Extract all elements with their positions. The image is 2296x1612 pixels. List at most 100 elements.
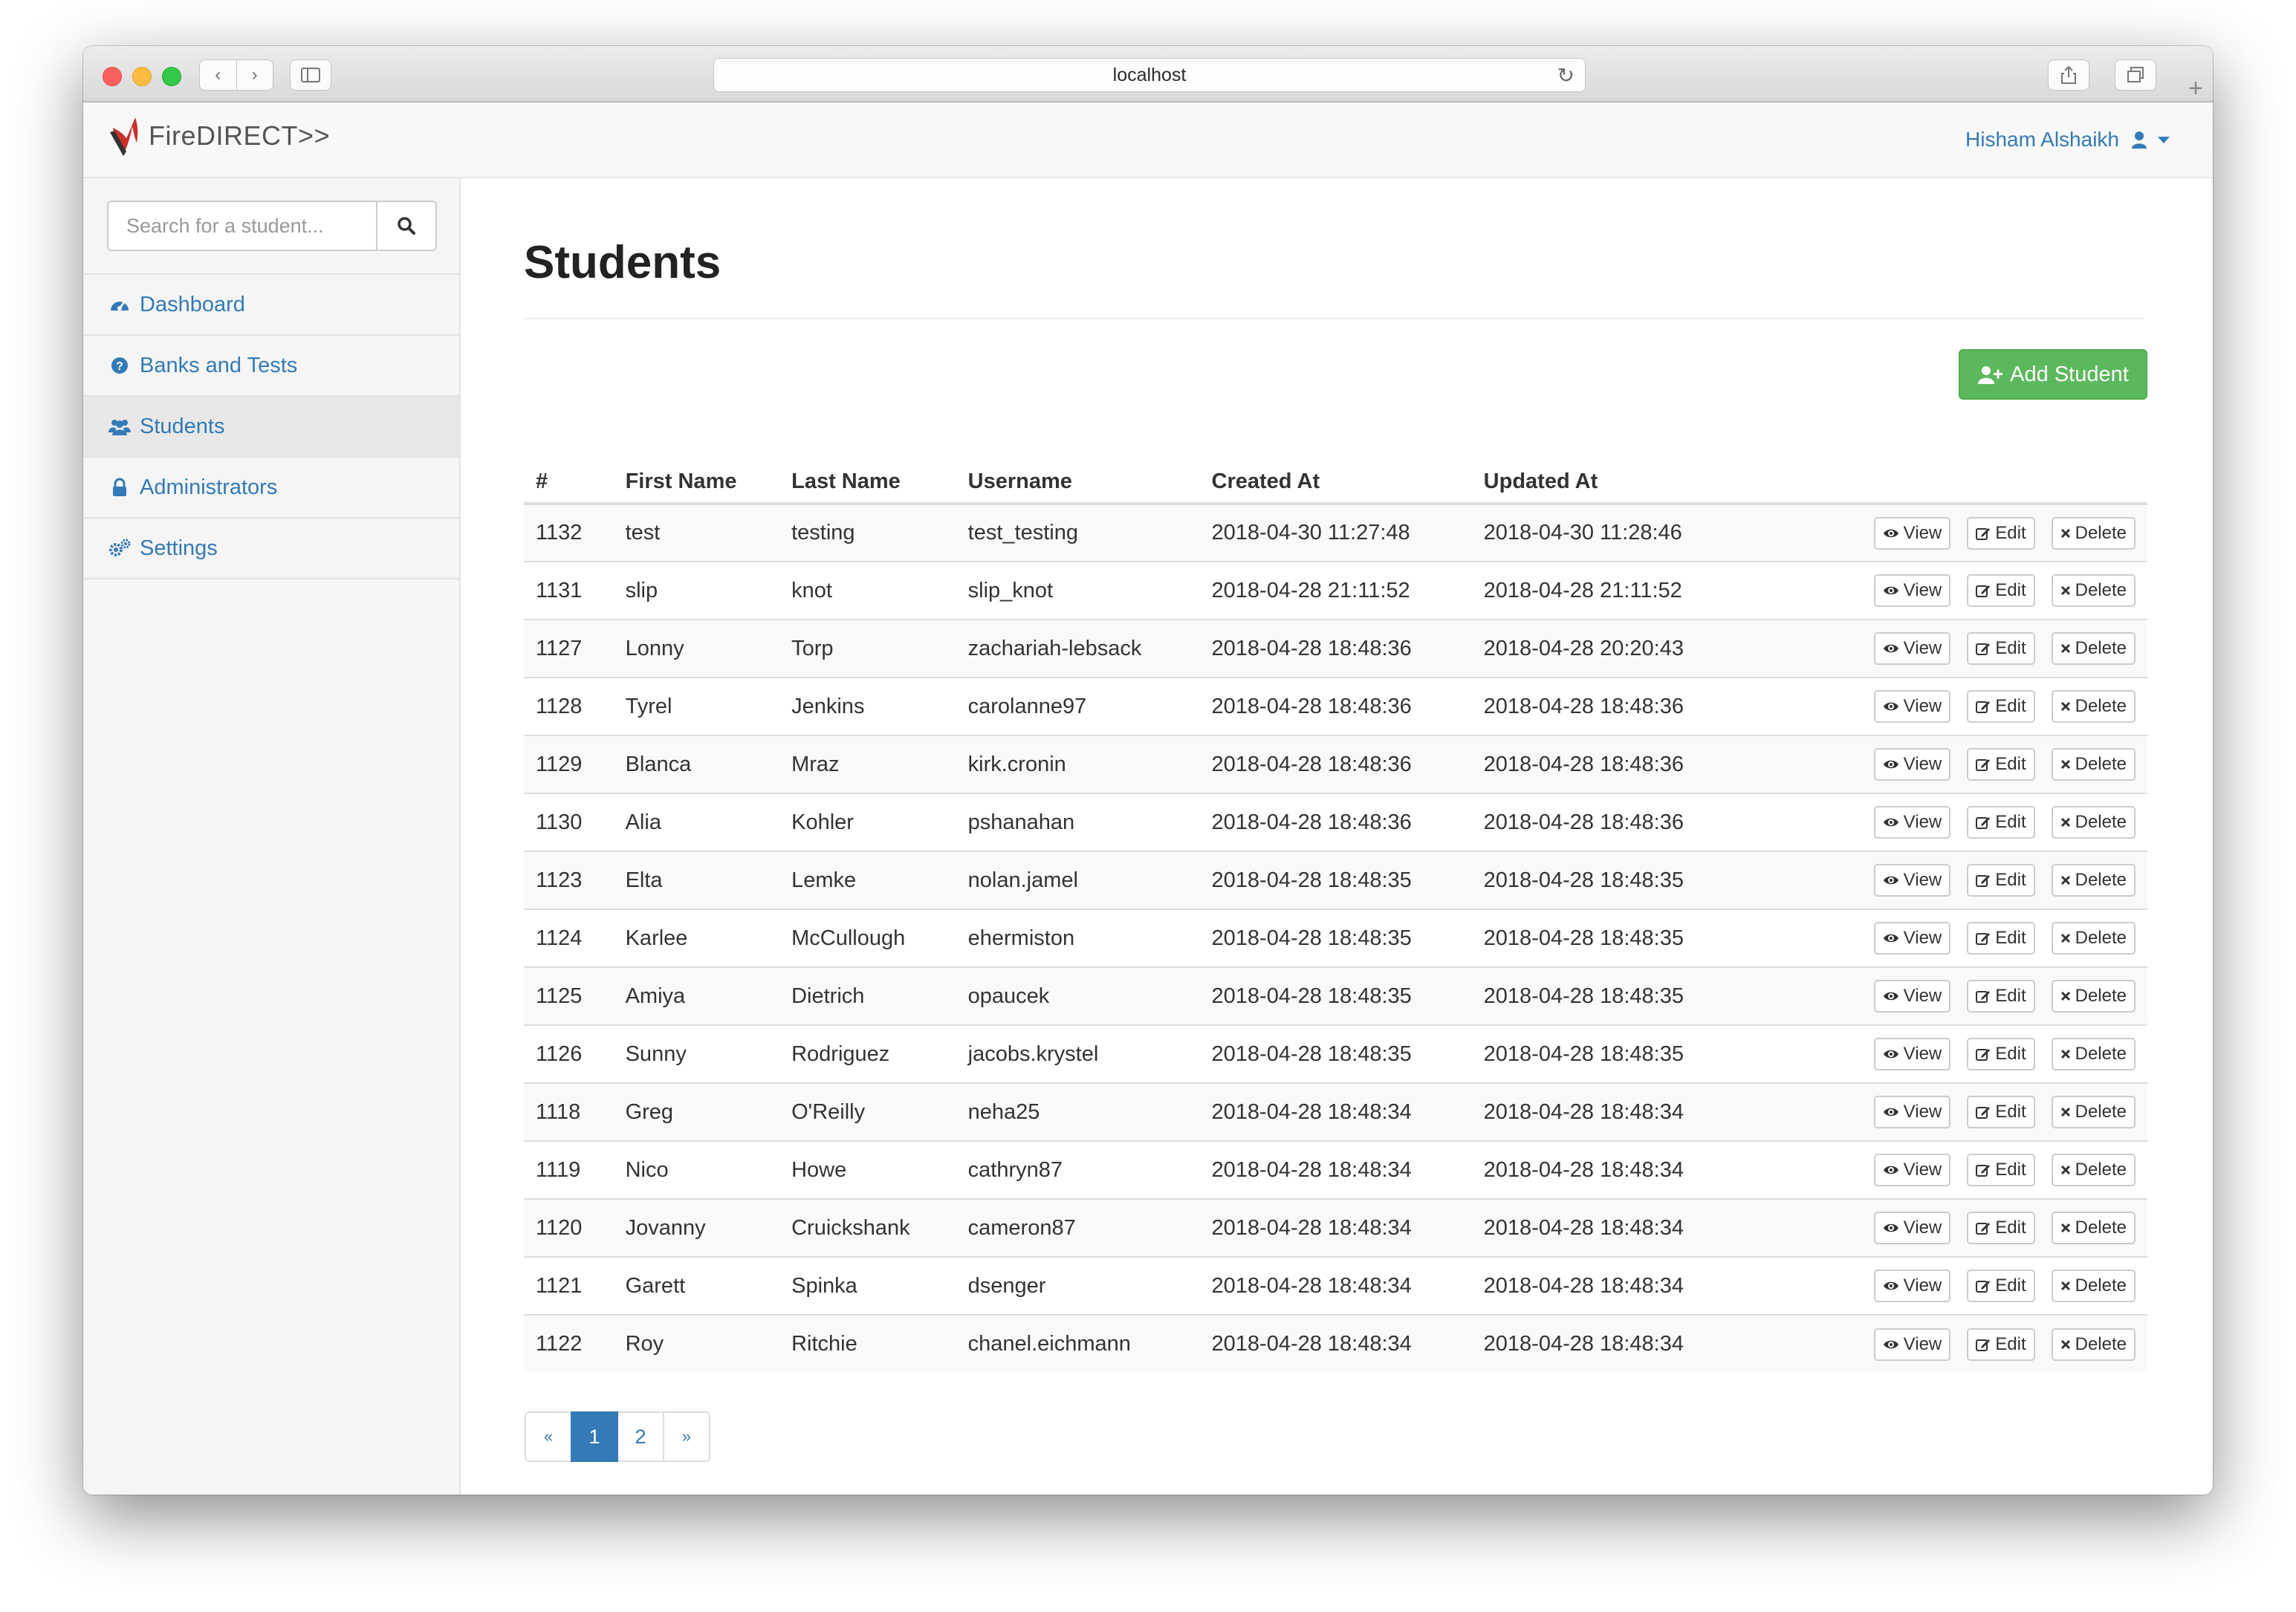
search-button[interactable] — [376, 201, 437, 251]
view-button[interactable]: View — [1873, 748, 1951, 781]
edit-button[interactable]: Edit — [1967, 1212, 2035, 1244]
delete-button[interactable]: Delete — [2051, 516, 2136, 550]
back-icon[interactable]: ‹ — [200, 65, 236, 85]
reload-icon[interactable]: ↻ — [1557, 63, 1575, 88]
view-button[interactable]: View — [1873, 1327, 1951, 1361]
sidebar-toggle-button[interactable] — [290, 59, 331, 91]
sidebar-item-dashboard[interactable]: Dashboard — [83, 275, 459, 336]
column-header-created-at[interactable]: Created At — [1199, 461, 1472, 505]
delete-button[interactable]: Delete — [2051, 864, 2136, 897]
cell-last-name: Lemke — [779, 851, 956, 909]
edit-button[interactable]: Edit — [1967, 806, 2035, 839]
column-header-last-name[interactable]: Last Name — [779, 461, 956, 505]
zoom-window-button[interactable] — [162, 67, 181, 86]
column-header-id[interactable]: # — [524, 461, 614, 505]
delete-button[interactable]: Delete — [2051, 1038, 2136, 1070]
cell-first-name: Tyrel — [613, 677, 780, 735]
pagination-page-2[interactable]: 2 — [617, 1411, 664, 1462]
delete-button[interactable]: Delete — [2051, 1212, 2136, 1244]
edit-button[interactable]: Edit — [1967, 1096, 2035, 1128]
column-header-username[interactable]: Username — [956, 461, 1200, 505]
view-button[interactable]: View — [1873, 690, 1951, 723]
share-button[interactable] — [2048, 59, 2089, 91]
show-tabs-button[interactable] — [2115, 59, 2156, 91]
view-button[interactable]: View — [1873, 922, 1951, 955]
edit-button[interactable]: Edit — [1967, 1270, 2035, 1302]
column-header-updated-at[interactable]: Updated At — [1471, 461, 1846, 505]
cell-username: carolanne97 — [956, 677, 1200, 735]
cell-last-name: Spinka — [779, 1256, 956, 1315]
view-button[interactable]: View — [1873, 516, 1951, 550]
delete-button[interactable]: Delete — [2051, 922, 2136, 955]
cell-username: zachariah-lebsack — [956, 619, 1200, 677]
edit-button[interactable]: Edit — [1967, 864, 2035, 897]
forward-icon[interactable]: › — [237, 65, 273, 85]
edit-button[interactable]: Edit — [1967, 1038, 2035, 1070]
view-label: View — [1903, 1160, 1942, 1180]
delete-button[interactable]: Delete — [2051, 980, 2136, 1013]
sidebar-item-settings[interactable]: Settings — [83, 519, 459, 579]
minimize-window-button[interactable] — [132, 67, 152, 86]
edit-button[interactable]: Edit — [1967, 748, 2035, 781]
row-actions: View Edit Delete — [1845, 1198, 2147, 1257]
cell-id: 1129 — [524, 735, 614, 793]
sidebar-item-banks-and-tests[interactable]: ? Banks and Tests — [83, 336, 459, 397]
delete-button[interactable]: Delete — [2051, 1154, 2136, 1186]
delete-button[interactable]: Delete — [2051, 1327, 2136, 1361]
edit-button[interactable]: Edit — [1967, 922, 2035, 955]
table-row: 1120 Jovanny Cruickshank cameron87 2018-04-2… — [524, 1198, 2147, 1257]
edit-button[interactable]: Edit — [1967, 516, 2035, 550]
sidebar-icon — [301, 68, 320, 82]
view-button[interactable]: View — [1873, 1096, 1951, 1128]
delete-button[interactable]: Delete — [2051, 1270, 2136, 1302]
search-input[interactable] — [107, 201, 376, 251]
view-button[interactable]: View — [1873, 1212, 1951, 1244]
pagination-next[interactable]: » — [663, 1411, 710, 1462]
pagination-prev[interactable]: « — [525, 1411, 572, 1462]
edit-button[interactable]: Edit — [1967, 632, 2035, 665]
users-icon — [108, 417, 131, 435]
view-button[interactable]: View — [1873, 864, 1951, 897]
view-button[interactable]: View — [1873, 632, 1951, 665]
add-student-button[interactable]: Add Student — [1959, 349, 2147, 400]
edit-button[interactable]: Edit — [1967, 574, 2035, 607]
brand-link[interactable]: FireDIRECT>> — [107, 113, 330, 159]
delete-button[interactable]: Delete — [2051, 690, 2136, 723]
cell-first-name: Alia — [613, 793, 780, 851]
user-icon — [2132, 131, 2147, 149]
column-header-first-name[interactable]: First Name — [613, 461, 780, 505]
edit-button[interactable]: Edit — [1967, 690, 2035, 723]
delete-button[interactable]: Delete — [2051, 806, 2136, 839]
close-icon — [2060, 528, 2071, 539]
delete-button[interactable]: Delete — [2051, 574, 2136, 607]
view-button[interactable]: View — [1873, 806, 1951, 839]
delete-button[interactable]: Delete — [2051, 1096, 2136, 1128]
user-menu-dropdown[interactable]: Hisham Alshaikh — [1965, 128, 2170, 152]
edit-icon — [1976, 641, 1991, 656]
cell-first-name: Nico — [613, 1140, 780, 1199]
pagination-page-1[interactable]: 1 — [571, 1411, 618, 1462]
new-tab-button[interactable]: + — [2179, 74, 2213, 103]
close-window-button[interactable] — [103, 67, 122, 86]
view-button[interactable]: View — [1873, 1270, 1951, 1302]
edit-button[interactable]: Edit — [1967, 1154, 2035, 1186]
edit-label: Edit — [1995, 1218, 2026, 1238]
cell-updated-at: 2018-04-28 18:48:35 — [1471, 851, 1846, 909]
edit-button[interactable]: Edit — [1967, 980, 2035, 1013]
edit-label: Edit — [1995, 870, 2026, 890]
delete-button[interactable]: Delete — [2051, 632, 2136, 665]
sidebar-item-administrators[interactable]: Administrators — [83, 458, 459, 519]
delete-button[interactable]: Delete — [2051, 748, 2136, 781]
view-button[interactable]: View — [1873, 1038, 1951, 1070]
delete-label: Delete — [2075, 1102, 2127, 1122]
edit-button[interactable]: Edit — [1967, 1327, 2035, 1361]
view-label: View — [1903, 1218, 1942, 1238]
cell-updated-at: 2018-04-28 18:48:35 — [1471, 1024, 1846, 1083]
cell-created-at: 2018-04-28 18:48:34 — [1199, 1140, 1472, 1199]
view-button[interactable]: View — [1873, 574, 1951, 607]
view-button[interactable]: View — [1873, 980, 1951, 1013]
sidebar-item-students[interactable]: Students — [83, 397, 459, 458]
address-bar[interactable]: localhost ↻ — [713, 58, 1586, 92]
view-button[interactable]: View — [1873, 1154, 1951, 1186]
share-icon — [2061, 65, 2076, 84]
